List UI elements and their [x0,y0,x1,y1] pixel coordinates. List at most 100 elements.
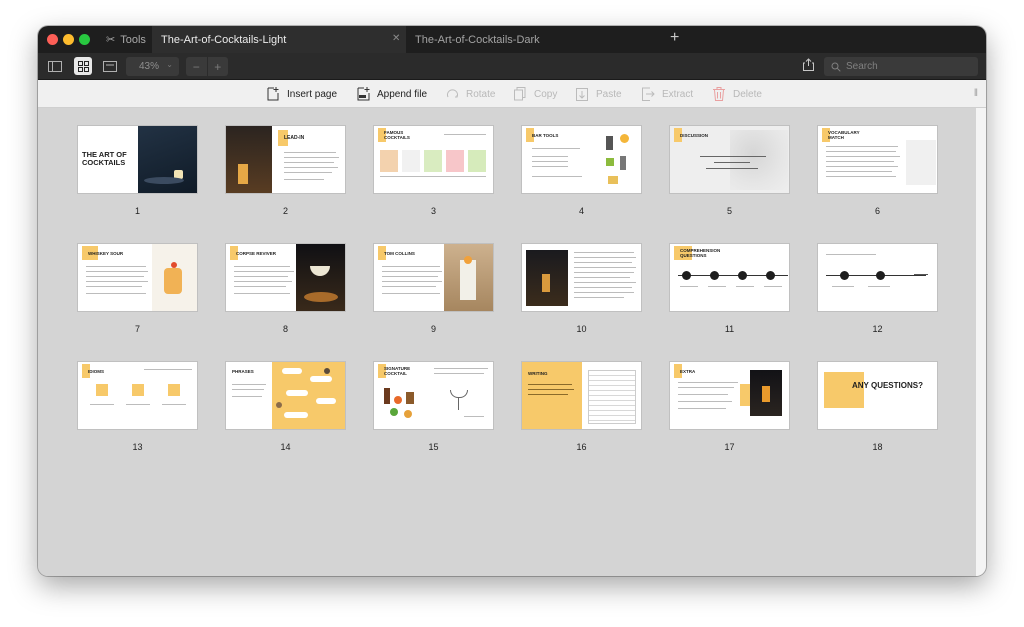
text-line [826,166,898,167]
rotate-icon [445,87,459,101]
text-line [382,293,440,294]
writing-lines [588,370,636,424]
text-line [868,286,890,287]
timeline-dot [738,271,747,280]
insert-page-icon [266,87,280,101]
ingredient-image [406,392,414,404]
page-thumbnail[interactable]: VOCABULARY MATCH [817,125,938,194]
scrollbar[interactable] [976,108,986,576]
page-number: 1 [134,206,140,216]
search-icon [831,62,841,72]
page-number: 8 [282,324,288,334]
slide-title: SIGNATURE COCKTAIL [384,366,411,376]
tools-tab[interactable]: ✂ Tools [106,26,146,53]
text-line [90,404,114,405]
share-icon[interactable] [803,58,814,76]
zoom-select[interactable]: 43% ⌄ [126,57,179,76]
append-file-icon [356,87,370,101]
extract-button[interactable]: Extract [641,80,693,108]
zoom-out-button[interactable]: − [186,57,207,76]
text-line [382,271,442,272]
delete-button[interactable]: Delete [712,80,762,108]
text-line [86,276,144,277]
page-thumbnail[interactable] [817,243,938,312]
text-line [284,157,339,158]
text-line [162,404,186,405]
timeline-dot [766,271,775,280]
text-line [574,287,632,288]
page-number: 16 [576,442,587,452]
page-thumbnail[interactable]: COMPREHENSION QUESTIONS [669,243,790,312]
drink-highlight [238,164,248,184]
text-line [382,276,438,277]
text-line [574,267,636,268]
tab-document-light[interactable]: The-Art-of-Cocktails-Light [152,26,406,53]
text-line [574,252,634,253]
page-thumbnail[interactable] [521,243,642,312]
page-thumbnail[interactable]: TOM COLLINS [373,243,494,312]
bartender-photo [226,126,272,193]
tab-label: The-Art-of-Cocktails-Dark [415,33,540,46]
highball-glass [460,260,476,300]
page-thumbnail[interactable]: CORPSE REVIVER [225,243,346,312]
copy-label: Copy [534,88,558,100]
page-thumbnail[interactable]: IDIOMS [77,361,198,430]
ingredient-image [384,388,390,404]
page-grid-icon[interactable] [74,57,92,75]
text-line [86,286,142,287]
garnish [464,256,472,264]
page-number: 13 [132,442,143,452]
text-line [528,384,572,385]
close-window-button[interactable] [47,34,58,45]
page-number: 14 [280,442,291,452]
insert-page-button[interactable]: Insert page [266,80,337,108]
text-line [380,176,486,177]
page-thumbnail[interactable]: DISCUSSION [669,125,790,194]
speech-bubble [310,376,332,382]
avatar [324,368,330,374]
slide-title: WRITING [528,371,548,376]
page-thumbnail[interactable]: FAMOUS COCKTAILS [373,125,494,194]
page-thumbnail[interactable]: SIGNATURE COCKTAIL [373,361,494,430]
word-box [906,140,936,185]
reader-view-icon[interactable] [101,57,119,75]
search-input[interactable]: Search [824,57,978,76]
page-thumbnail[interactable]: THE ART OF COCKTAILS [77,125,198,194]
text-line [532,161,568,162]
text-line [434,368,488,369]
collapse-panel-icon[interactable]: ‖ [974,88,978,99]
drink-image [424,150,442,172]
text-line [532,166,568,167]
speech-bubble [286,390,308,396]
zoom-in-button[interactable]: + [206,57,229,76]
append-file-button[interactable]: Append file [356,80,427,108]
avatar [276,402,282,408]
copy-button[interactable]: Copy [513,80,557,108]
close-tab-icon[interactable]: ✕ [392,33,400,44]
rotate-button[interactable]: Rotate [445,80,495,108]
text-line [234,286,286,287]
text-line [464,416,484,417]
text-line [234,293,290,294]
tools-icon: ✂ [106,34,116,46]
text-line [700,156,766,157]
page-thumbnail[interactable]: ANY QUESTIONS? [817,361,938,430]
page-thumbnail[interactable]: PHRASES [225,361,346,430]
text-line [382,281,442,282]
zoom-window-button[interactable] [79,34,90,45]
page-thumbnail[interactable]: WHISKEY SOUR [77,243,198,312]
sidebar-toggle-icon[interactable] [46,57,64,75]
minimize-window-button[interactable] [63,34,74,45]
tool-image [606,136,613,150]
page-thumbnail[interactable]: EXTRA [669,361,790,430]
new-tab-icon[interactable]: + [670,29,679,47]
tab-document-dark[interactable]: ✕ The-Art-of-Cocktails-Dark [392,26,659,53]
extract-label: Extract [662,88,694,100]
world-map [730,130,788,190]
text-line [86,266,146,267]
paste-button[interactable]: Paste [575,80,622,108]
page-thumbnail[interactable]: LEAD-IN [225,125,346,194]
tools-label: Tools [120,33,146,46]
page-thumbnail[interactable]: WRITING [521,361,642,430]
page-thumbnail[interactable]: BAR TOOLS [521,125,642,194]
